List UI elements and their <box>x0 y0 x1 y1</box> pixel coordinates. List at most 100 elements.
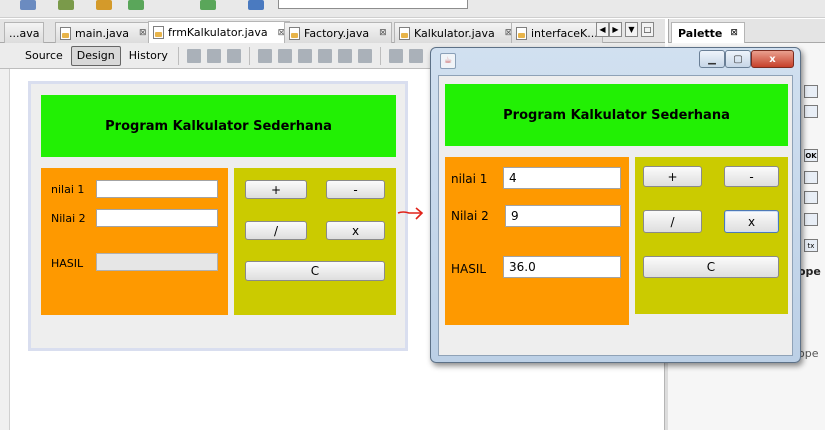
tab-label: main.java <box>75 26 130 40</box>
multiply-button[interactable]: x <box>326 221 385 240</box>
button-panel[interactable]: + - / x C <box>234 168 396 315</box>
maximize-button[interactable]: ▢ <box>725 50 751 68</box>
divide-button[interactable]: / <box>245 221 307 240</box>
subtract-button[interactable]: - <box>326 180 385 199</box>
nilai1-field[interactable] <box>96 180 218 198</box>
label-hasil: HASIL <box>51 257 84 270</box>
align-top-icon[interactable] <box>317 48 332 63</box>
nilai2-field[interactable] <box>96 209 218 227</box>
left-gutter <box>0 69 10 430</box>
separator <box>379 46 381 65</box>
title-panel: Program Kalkulator Sederhana <box>445 84 788 146</box>
tab-label: ...ava <box>9 26 40 40</box>
palette-item-icon[interactable] <box>804 85 818 98</box>
tab-list-icon[interactable]: ▼ <box>625 22 638 37</box>
tab-kalkulator-java[interactable]: Kalkulator.java ⊠ <box>394 22 518 43</box>
tab-main-java[interactable]: main.java ⊠ <box>55 22 152 43</box>
separator <box>177 46 179 65</box>
history-button[interactable]: History <box>124 46 173 66</box>
separator <box>248 46 250 65</box>
preview-icon[interactable] <box>226 48 241 63</box>
palette-item-icon[interactable] <box>804 191 818 204</box>
tab-ava[interactable]: ...ava <box>4 22 45 43</box>
label-nilai1: nilai 1 <box>451 172 488 186</box>
tab-label: interfaceK... <box>531 26 598 40</box>
window-client-area: Program Kalkulator Sederhana nilai 1 4 N… <box>438 75 793 356</box>
align-bottom-icon[interactable] <box>337 48 352 63</box>
maximize-icon[interactable]: □ <box>641 22 654 37</box>
align-left-icon[interactable] <box>257 48 272 63</box>
label-hasil: HASIL <box>451 262 487 276</box>
form-file-icon <box>153 26 164 39</box>
source-button[interactable]: Source <box>20 46 68 66</box>
form-title: Program Kalkulator Sederhana <box>105 118 332 134</box>
design-button[interactable]: Design <box>70 45 121 66</box>
tab-factory-java[interactable]: Factory.java ⊠ <box>284 22 392 43</box>
tab-label: Kalkulator.java <box>414 26 495 40</box>
close-button[interactable]: x <box>751 50 794 68</box>
java-file-icon <box>399 26 410 40</box>
title-panel[interactable]: Program Kalkulator Sederhana <box>41 95 396 157</box>
align-middle-icon[interactable] <box>357 48 372 63</box>
toolbar-icon[interactable] <box>128 0 144 10</box>
divide-button[interactable]: / <box>643 210 702 233</box>
tab-frmkalkulator-java[interactable]: frmKalkulator.java ⊠ <box>148 21 291 43</box>
palette-title: Palette <box>678 26 723 40</box>
toolbar-icon[interactable] <box>96 0 112 10</box>
hasil-field[interactable]: 36.0 <box>503 256 621 278</box>
editor-tabs: ...ava main.java ⊠ frmKalkulator.java ⊠ … <box>0 19 665 43</box>
hasil-field <box>96 253 218 271</box>
add-button[interactable]: + <box>643 166 702 187</box>
palette-tab[interactable]: Palette ⊠ <box>671 22 745 43</box>
align-center-icon[interactable] <box>297 48 312 63</box>
palette-item-icon[interactable]: OK <box>804 149 818 162</box>
minimize-button[interactable]: ▁ <box>699 50 725 68</box>
palette-item-icon[interactable] <box>804 213 818 226</box>
tab-label: frmKalkulator.java <box>168 26 268 39</box>
input-panel: nilai 1 4 Nilai 2 9 HASIL 36.0 <box>445 157 629 325</box>
close-icon[interactable]: ⊠ <box>379 28 387 38</box>
java-file-icon <box>516 26 527 40</box>
design-form[interactable]: Program Kalkulator Sederhana nilai 1 Nil… <box>28 81 408 351</box>
input-panel[interactable]: nilai 1 Nilai 2 HASIL <box>41 168 228 315</box>
palette-item-icon[interactable]: tx <box>804 239 818 252</box>
selection-mode-icon[interactable] <box>186 48 201 63</box>
scroll-left-icon[interactable]: ◀ <box>596 22 609 37</box>
java-cup-icon: ☕ <box>440 53 456 69</box>
properties-tab-label: ope <box>798 265 821 278</box>
main-toolbar-strip <box>0 0 825 18</box>
subtract-button[interactable]: - <box>724 166 779 187</box>
toolbar-icon[interactable] <box>58 0 74 10</box>
java-file-icon <box>60 26 71 40</box>
add-button[interactable]: + <box>245 180 307 199</box>
clear-button[interactable]: C <box>643 256 779 278</box>
palette-header: Palette ⊠ <box>668 19 825 43</box>
nilai2-field[interactable]: 9 <box>505 205 621 227</box>
label-nilai2: Nilai 2 <box>51 212 86 225</box>
align-right-icon[interactable] <box>277 48 292 63</box>
scroll-right-icon[interactable]: ▶ <box>609 22 622 37</box>
tab-navigation: ◀ ▶ ▼ □ <box>596 22 654 38</box>
multiply-button[interactable]: x <box>724 210 779 233</box>
tab-interfacek[interactable]: interfaceK... <box>511 22 603 43</box>
toolbar-icon[interactable] <box>200 0 216 10</box>
toolbar-icon[interactable] <box>248 0 264 10</box>
nilai1-field[interactable]: 4 <box>503 167 621 189</box>
close-icon[interactable]: ⊠ <box>730 28 738 38</box>
close-icon[interactable]: ⊠ <box>139 28 147 38</box>
window-titlebar[interactable]: ☕ ▁ ▢ x <box>431 48 800 73</box>
palette-item-icon[interactable] <box>804 171 818 184</box>
label-nilai1: nilai 1 <box>51 183 85 196</box>
resize-horizontal-icon[interactable] <box>388 48 403 63</box>
connection-mode-icon[interactable] <box>206 48 221 63</box>
clear-button[interactable]: C <box>245 261 385 281</box>
search-input[interactable] <box>278 0 468 9</box>
toolbar-icon[interactable] <box>20 0 36 10</box>
palette-item-icon[interactable] <box>804 105 818 118</box>
running-app-window[interactable]: ☕ ▁ ▢ x Program Kalkulator Sederhana nil… <box>430 47 801 363</box>
tab-label: Factory.java <box>304 26 370 40</box>
resize-vertical-icon[interactable] <box>408 48 423 63</box>
label-nilai2: Nilai 2 <box>451 209 489 223</box>
form-title: Program Kalkulator Sederhana <box>503 107 730 123</box>
properties-text: ope <box>798 347 819 360</box>
